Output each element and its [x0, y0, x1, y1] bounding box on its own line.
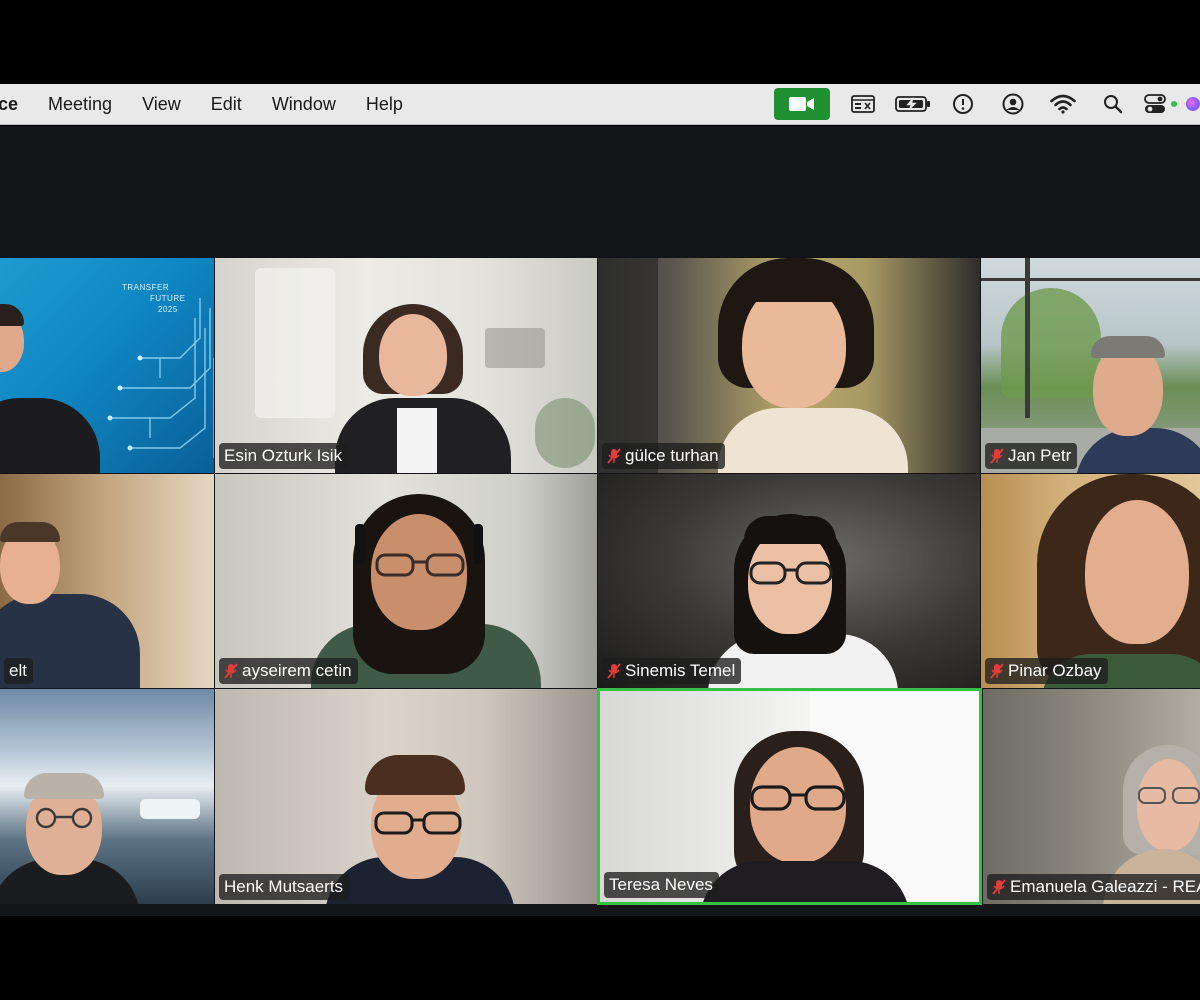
participant-name: Esin Ozturk Isik	[224, 446, 343, 465]
participant-silhouette	[0, 474, 214, 688]
menu-window[interactable]: Window	[257, 84, 351, 124]
participant-name: elt	[9, 661, 27, 680]
mic-muted-icon	[990, 448, 1004, 464]
wifi-status[interactable]	[1038, 84, 1088, 124]
control-center-icon	[1143, 94, 1166, 113]
control-center[interactable]	[1138, 84, 1182, 124]
video-camera-icon	[789, 97, 814, 111]
participant-tile-4[interactable]: Jan Petr	[981, 258, 1200, 473]
participant-name-tag: Jan Petr	[985, 443, 1078, 469]
participant-name-tag: Teresa Neves	[604, 872, 719, 898]
participant-name: Emanuela Galeazzi - REA	[1010, 877, 1200, 896]
siri-icon[interactable]	[1186, 97, 1200, 111]
battery-status[interactable]	[888, 84, 938, 124]
participant-silhouette	[983, 689, 1200, 904]
screen-share-status[interactable]	[838, 84, 888, 124]
participant-name-tag: gülce turhan	[602, 443, 725, 469]
participant-name: Sinemis Temel	[625, 661, 736, 680]
meeting-window: TRANSFER FUTURE 2025 Esin Ozturk Isik gü…	[0, 126, 1200, 916]
participant-tile-11-active-speaker[interactable]: Teresa Neves	[597, 688, 982, 905]
menu-meeting[interactable]: Meeting	[33, 84, 127, 124]
participant-silhouette	[215, 474, 597, 688]
menu-view[interactable]: View	[127, 84, 196, 124]
battery-charging-icon	[895, 96, 930, 112]
mic-muted-icon	[992, 879, 1006, 895]
active-dot-icon	[1170, 101, 1177, 107]
participant-tile-2[interactable]: Esin Ozturk Isik	[215, 258, 597, 473]
glasses-icon	[35, 807, 93, 829]
participant-tile-6[interactable]: ayseirem cetin	[215, 474, 597, 688]
participant-silhouette	[598, 258, 980, 473]
participant-name-tag: Emanuela Galeazzi - REA	[987, 874, 1200, 900]
window-grid-icon	[851, 95, 875, 113]
wifi-icon	[1050, 94, 1076, 114]
participant-name-tag: Pinar Ozbay	[985, 658, 1108, 684]
search-icon	[1104, 95, 1123, 114]
participant-tile-12[interactable]: Emanuela Galeazzi - REA	[983, 689, 1200, 904]
mic-muted-icon	[990, 663, 1004, 679]
participant-name: Pinar Ozbay	[1008, 661, 1102, 680]
participant-name: gülce turhan	[625, 446, 719, 465]
menu-edit[interactable]: Edit	[196, 84, 257, 124]
menu-bar: ce Meeting View Edit Window Help	[0, 84, 1200, 125]
participant-name-tag: Sinemis Temel	[602, 658, 742, 684]
participant-name: Teresa Neves	[609, 875, 713, 894]
glasses-icon	[375, 553, 465, 577]
participant-name-tag: Henk Mutsaerts	[219, 874, 350, 900]
history-clock-icon	[953, 94, 973, 114]
participant-name: Henk Mutsaerts	[224, 877, 344, 896]
participant-silhouette	[598, 474, 980, 688]
participant-name-tag: Esin Ozturk Isik	[219, 443, 349, 469]
time-machine-status[interactable]	[938, 84, 988, 124]
mic-muted-icon	[607, 663, 621, 679]
status-area	[774, 84, 1200, 124]
participant-silhouette	[215, 258, 597, 473]
glasses-icon	[750, 785, 846, 811]
glasses-icon	[1138, 787, 1200, 804]
participant-silhouette	[981, 258, 1200, 473]
mic-muted-icon	[224, 663, 238, 679]
participant-tile-10[interactable]: Henk Mutsaerts	[215, 689, 597, 904]
mic-muted-icon	[607, 448, 621, 464]
participant-name: ayseirem cetin	[242, 661, 352, 680]
participant-silhouette	[215, 689, 597, 904]
participant-tile-9[interactable]	[0, 689, 214, 904]
participant-silhouette	[981, 474, 1200, 688]
participant-tile-3[interactable]: gülce turhan	[598, 258, 980, 473]
participant-name: Jan Petr	[1008, 446, 1072, 465]
menu-app-name[interactable]: ce	[0, 84, 33, 124]
user-account-status[interactable]	[988, 84, 1038, 124]
glasses-icon	[374, 811, 462, 835]
participant-silhouette	[0, 689, 214, 904]
menu-help[interactable]: Help	[351, 84, 418, 124]
screen: ce Meeting View Edit Window Help TRANSFE…	[0, 0, 1200, 1000]
participant-tile-8[interactable]: Pinar Ozbay	[981, 474, 1200, 688]
zoom-video-indicator[interactable]	[774, 88, 830, 120]
participant-name-tag: elt	[4, 658, 33, 684]
participant-tile-5[interactable]: elt	[0, 474, 214, 688]
participant-tile-1[interactable]: TRANSFER FUTURE 2025	[0, 258, 214, 473]
participant-tile-7[interactable]: Sinemis Temel	[598, 474, 980, 688]
user-circle-icon	[1002, 93, 1024, 115]
participant-silhouette	[0, 258, 214, 473]
glasses-icon	[749, 561, 833, 585]
participant-name-tag: ayseirem cetin	[219, 658, 358, 684]
spotlight-search[interactable]	[1088, 84, 1138, 124]
